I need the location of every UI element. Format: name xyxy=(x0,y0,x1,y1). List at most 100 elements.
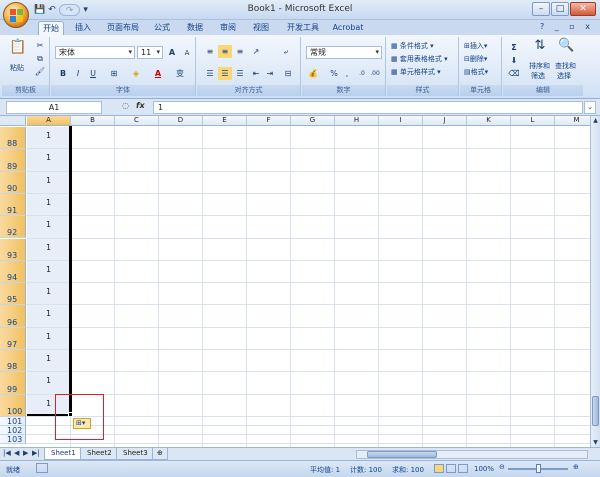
decrease-decimal-icon[interactable]: .00 xyxy=(368,67,382,80)
tab-insert[interactable]: 插入 xyxy=(70,21,96,35)
increase-indent-icon[interactable]: ⇥ xyxy=(263,67,277,80)
column-header-c[interactable]: C xyxy=(115,116,159,126)
fill-icon[interactable]: ⬇ xyxy=(507,54,521,67)
insert-function-button[interactable]: ◌ fx xyxy=(110,101,156,114)
sheet-tab-sheet3[interactable]: Sheet3 xyxy=(116,448,155,460)
cell-a98[interactable]: 1 xyxy=(46,354,51,363)
find-select-icon[interactable]: 🔍 xyxy=(557,39,575,57)
column-header-b[interactable]: B xyxy=(71,116,115,126)
comma-button[interactable]: , xyxy=(340,67,354,80)
tab-review[interactable]: 审阅 xyxy=(216,21,240,35)
name-box[interactable]: A1 xyxy=(6,101,102,114)
italic-button[interactable]: I xyxy=(71,67,85,80)
row-header-92[interactable]: 92 xyxy=(0,216,26,239)
row-header-95[interactable]: 95 xyxy=(0,283,26,306)
page-break-view-icon[interactable] xyxy=(458,464,468,473)
borders-icon[interactable]: ⊞ xyxy=(107,67,121,80)
vertical-scrollbar[interactable]: ▲ ▼ xyxy=(590,116,600,447)
font-color-icon[interactable]: A xyxy=(151,67,165,80)
insert-cells-button[interactable]: ⊞插入▾ xyxy=(464,41,487,51)
conditional-format-button[interactable]: ▦ 条件格式 ▾ xyxy=(391,41,434,51)
zoom-level[interactable]: 100% xyxy=(474,465,494,473)
macro-record-icon[interactable] xyxy=(36,463,48,473)
align-middle-icon[interactable]: ≡ xyxy=(218,45,232,58)
font-name-select[interactable]: 宋体 xyxy=(55,46,135,59)
align-bottom-icon[interactable]: ≡ xyxy=(233,45,247,58)
cut-icon[interactable]: ✂ xyxy=(33,39,47,52)
cell-a97[interactable]: 1 xyxy=(46,332,51,341)
column-header-m[interactable]: M xyxy=(555,116,590,126)
row-header-96[interactable]: 96 xyxy=(0,305,26,328)
fx-icon[interactable]: fx xyxy=(136,101,145,110)
format-cells-button[interactable]: ▤格式▾ xyxy=(464,67,488,77)
scroll-up-icon[interactable]: ▲ xyxy=(591,116,600,125)
column-header-g[interactable]: G xyxy=(291,116,335,126)
column-header-a[interactable]: A xyxy=(27,116,71,126)
grow-font-icon[interactable]: A xyxy=(165,46,179,59)
zoom-out-icon[interactable]: ⊖ xyxy=(499,463,505,471)
scroll-down-icon[interactable]: ▼ xyxy=(591,438,600,447)
column-header-f[interactable]: F xyxy=(247,116,291,126)
cell-a94[interactable]: 1 xyxy=(46,265,51,274)
cell-a92[interactable]: 1 xyxy=(46,220,51,229)
horizontal-scrollbar[interactable] xyxy=(356,450,588,459)
percent-button[interactable]: % xyxy=(327,67,341,80)
cell-styles-button[interactable]: ▦ 单元格样式 ▾ xyxy=(391,67,441,77)
insert-sheet-icon[interactable]: ⊕ xyxy=(152,448,168,460)
row-header-88[interactable]: 88 xyxy=(0,127,26,150)
bold-button[interactable]: B xyxy=(56,67,70,80)
sort-filter-icon[interactable]: ⇅ xyxy=(531,39,549,57)
shrink-font-icon[interactable]: A xyxy=(180,46,194,59)
find-select-label[interactable]: 查找和 xyxy=(555,61,576,71)
column-header-l[interactable]: L xyxy=(511,116,555,126)
orientation-icon[interactable]: ↗ xyxy=(249,45,263,58)
close-button[interactable]: ✕ xyxy=(570,2,596,16)
cell-a93[interactable]: 1 xyxy=(46,243,51,252)
cell-a95[interactable]: 1 xyxy=(46,287,51,296)
row-header-94[interactable]: 94 xyxy=(0,260,26,284)
worksheet-grid[interactable]: ABCDEFGHIJKLM 88 1 89 1 90 1 91 1 92 1 93 1 94 1 95 1 96… xyxy=(0,116,590,447)
sheet-tab-sheet2[interactable]: Sheet2 xyxy=(80,448,119,460)
row-header-103[interactable]: 103 xyxy=(0,434,26,444)
row-header-99[interactable]: 99 xyxy=(0,372,26,395)
increase-decimal-icon[interactable]: .0 xyxy=(355,67,369,80)
row-header-97[interactable]: 97 xyxy=(0,327,26,350)
row-header-100[interactable]: 100 xyxy=(0,394,26,417)
fill-color-icon[interactable]: ◈ xyxy=(129,67,143,80)
row-header-93[interactable]: 93 xyxy=(0,238,26,261)
merge-center-icon[interactable]: ⊟ xyxy=(281,67,295,80)
vertical-scroll-thumb[interactable] xyxy=(592,396,599,426)
tab-page-layout[interactable]: 页面布局 xyxy=(104,21,142,35)
wrap-text-icon[interactable]: ⤶ xyxy=(279,45,293,58)
font-size-select[interactable]: 11 xyxy=(137,46,163,59)
column-header-d[interactable]: D xyxy=(159,116,203,126)
align-top-icon[interactable]: ≡ xyxy=(203,45,217,58)
maximize-button[interactable]: □ xyxy=(551,2,569,16)
currency-icon[interactable]: 💰 xyxy=(306,67,320,80)
next-sheet-icon[interactable]: ▶ xyxy=(23,449,28,457)
column-header-h[interactable]: H xyxy=(335,116,379,126)
cell-a89[interactable]: 1 xyxy=(46,153,51,162)
row-header-91[interactable]: 91 xyxy=(0,193,26,217)
minimize-button[interactable]: – xyxy=(532,2,550,16)
align-left-icon[interactable]: ☰ xyxy=(203,67,217,80)
format-painter-icon[interactable]: 🖌 xyxy=(33,65,47,78)
select-all-corner[interactable] xyxy=(0,116,26,126)
row-header-90[interactable]: 90 xyxy=(0,171,26,194)
tab-developer[interactable]: 开发工具 xyxy=(283,21,323,35)
zoom-in-icon[interactable]: ⊕ xyxy=(573,463,579,471)
first-sheet-icon[interactable]: |◀ xyxy=(3,449,11,457)
column-header-i[interactable]: I xyxy=(379,116,423,126)
zoom-slider-thumb[interactable] xyxy=(536,464,541,473)
expand-formula-bar-icon[interactable]: ⌄ xyxy=(584,101,596,114)
tab-home[interactable]: 开始 xyxy=(38,21,64,35)
column-header-e[interactable]: E xyxy=(203,116,247,126)
column-header-j[interactable]: J xyxy=(423,116,467,126)
paste-label[interactable]: 粘贴 xyxy=(10,63,24,73)
sort-filter-label-2[interactable]: 筛选 xyxy=(531,71,545,81)
formula-input[interactable]: 1 xyxy=(153,101,583,114)
row-header-98[interactable]: 98 xyxy=(0,350,26,373)
help-and-window-controls[interactable]: ? _ ▫ x xyxy=(540,22,594,31)
delete-cells-button[interactable]: ⊟删除▾ xyxy=(464,54,487,64)
sort-filter-label[interactable]: 排序和 xyxy=(529,61,550,71)
